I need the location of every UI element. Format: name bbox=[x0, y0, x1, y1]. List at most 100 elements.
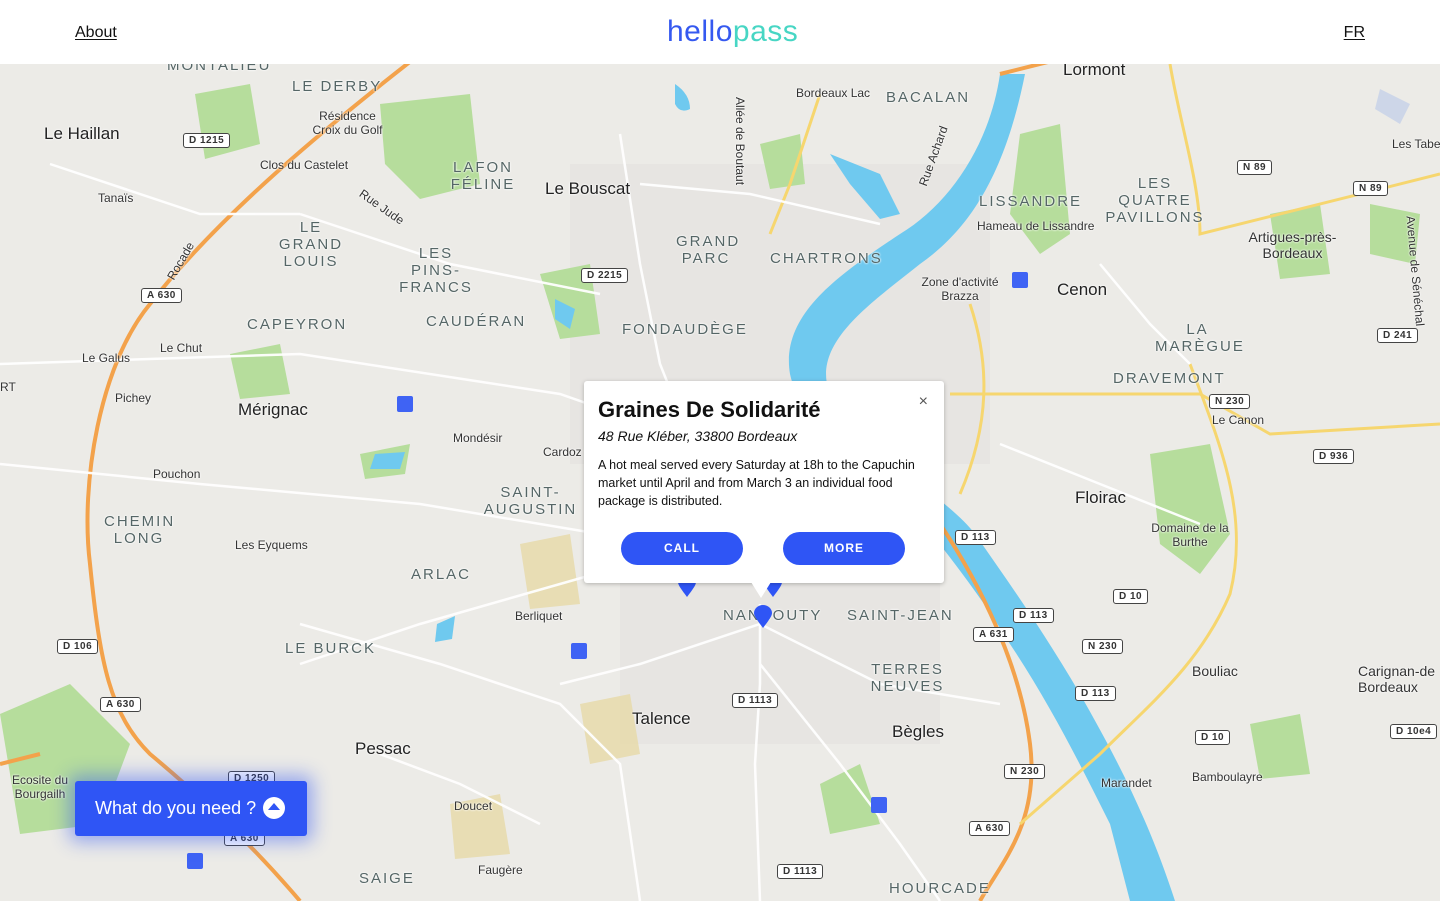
road-shield: D 936 bbox=[1313, 449, 1355, 464]
map-district-label: SAINT-JEAN bbox=[847, 607, 954, 624]
road-shield: A 630 bbox=[969, 821, 1010, 836]
map-place-label: Berliquet bbox=[515, 609, 563, 623]
chevron-up-icon bbox=[263, 797, 285, 819]
map-place-label: Faugère bbox=[478, 863, 523, 877]
map-place-label: Allée de Boutaut bbox=[733, 96, 748, 186]
road-shield: N 89 bbox=[1353, 181, 1389, 196]
road-shield: D 10 bbox=[1113, 589, 1149, 604]
map-district-label: ARLAC bbox=[411, 566, 472, 583]
map-district-label: LE DERBY bbox=[292, 78, 383, 95]
map-place-label: Zone d'activité Brazza bbox=[921, 275, 999, 303]
map-district-label: LES PINS-FRANCS bbox=[399, 245, 473, 296]
map-town-label: Le Bouscat bbox=[545, 179, 631, 198]
popup-description: A hot meal served every Saturday at 18h … bbox=[598, 458, 915, 508]
map-town-label: Floirac bbox=[1075, 488, 1127, 507]
map-place-label: Ecosite du Bourgailh bbox=[11, 773, 69, 801]
map-place-label: Pichey bbox=[115, 391, 152, 405]
map-district-label: MONTALIEU bbox=[167, 64, 272, 74]
map-place-label: Les Tabe bbox=[1392, 137, 1440, 151]
road-shield: D 1215 bbox=[183, 133, 231, 148]
what-do-you-need-button[interactable]: What do you need ? bbox=[75, 781, 307, 836]
map-place-label: Marandet bbox=[1101, 776, 1152, 790]
map-place-label: Clos du Castelet bbox=[260, 158, 349, 172]
road-shield: A 630 bbox=[100, 697, 141, 712]
map-place-label: Hameau de Lissandre bbox=[977, 219, 1095, 233]
map-place-label: Pouchon bbox=[153, 467, 201, 481]
popup-tip bbox=[751, 582, 771, 598]
road-shield: A 631 bbox=[973, 627, 1014, 642]
map-district-label: CAUDÉRAN bbox=[426, 313, 527, 330]
map-place-label: Cardoz bbox=[543, 445, 582, 459]
map-place-label: Domaine de la Burthe bbox=[1151, 521, 1229, 549]
map-place-label: Les Eyquems bbox=[235, 538, 308, 552]
map-town-label: Le Haillan bbox=[44, 124, 120, 143]
road-shield: D 1113 bbox=[732, 693, 779, 708]
map-district-label: CAPEYRON bbox=[247, 316, 348, 333]
map-town-label: Mérignac bbox=[238, 400, 308, 419]
road-shield: N 230 bbox=[1082, 639, 1124, 654]
road-shield: D 113 bbox=[955, 530, 996, 545]
map-district-label: LAFON FÉLINE bbox=[450, 159, 516, 193]
more-button[interactable]: MORE bbox=[783, 532, 905, 565]
map-district-label: LISSANDRE bbox=[979, 193, 1083, 210]
road-shield: D 113 bbox=[1075, 686, 1116, 701]
road-shield: D 241 bbox=[1377, 328, 1419, 343]
location-popup: Graines De Solidarité 48 Rue Kléber, 338… bbox=[584, 381, 944, 583]
road-shield: D 2215 bbox=[581, 268, 629, 283]
map-marker-pin-selected[interactable] bbox=[754, 605, 772, 629]
popup-address: 48 Rue Kléber, 33800 Bordeaux bbox=[598, 428, 798, 444]
map-place-label: Doucet bbox=[454, 799, 493, 813]
map-district-label: CHEMIN LONG bbox=[104, 513, 176, 547]
map-district-label: LA MARÈGUE bbox=[1155, 321, 1245, 355]
road-shield: N 230 bbox=[1004, 764, 1046, 779]
map-town-label: Cenon bbox=[1057, 280, 1108, 299]
map-place-label: RT bbox=[0, 380, 16, 394]
map-place-label: Bordeaux Lac bbox=[796, 86, 871, 100]
map-district-label: LE GRAND LOUIS bbox=[278, 219, 344, 270]
road-shield: N 89 bbox=[1237, 160, 1273, 175]
map-place-label: Mondésir bbox=[453, 431, 503, 445]
map-place-label: Le Canon bbox=[1212, 413, 1265, 427]
map-district-label: DRAVEMONT bbox=[1113, 370, 1226, 387]
about-link[interactable]: About bbox=[75, 24, 117, 42]
top-header: About hellopass FR bbox=[0, 0, 1440, 64]
road-shield: A 630 bbox=[141, 288, 182, 303]
map-town-label: Pessac bbox=[355, 739, 411, 758]
map-district-label: SAIGE bbox=[359, 870, 415, 887]
map-district-label: LES QUATRE PAVILLONS bbox=[1105, 175, 1205, 226]
need-button-label: What do you need ? bbox=[95, 798, 257, 818]
call-button[interactable]: CALL bbox=[621, 532, 743, 565]
logo-text-hello: hello bbox=[667, 15, 733, 48]
road-shield: N 230 bbox=[1209, 394, 1251, 409]
map-place-label: Bouliac bbox=[1192, 663, 1238, 679]
map-district-label: CHARTRONS bbox=[770, 250, 883, 267]
map-district-label: LE BURCK bbox=[285, 640, 377, 657]
map-district-label: SAINT-AUGUSTIN bbox=[483, 484, 578, 518]
close-icon[interactable]: × bbox=[919, 393, 928, 411]
map-place-label: Carignan-de Bordeaux bbox=[1358, 663, 1436, 695]
map-district-label: BACALAN bbox=[886, 89, 971, 106]
popup-title: Graines De Solidarité bbox=[598, 397, 821, 422]
map-place-label: Le Galus bbox=[82, 351, 131, 365]
map-place-label: Le Chut bbox=[160, 341, 203, 355]
road-shield: D 1113 bbox=[777, 864, 824, 879]
hellopass-logo[interactable]: hellopass bbox=[667, 15, 798, 49]
road-shield: D 10e4 bbox=[1390, 724, 1438, 739]
map-town-label: Talence bbox=[632, 709, 691, 728]
map-district-label: HOURCADE bbox=[889, 880, 991, 897]
language-switch-link[interactable]: FR bbox=[1344, 24, 1365, 42]
map-district-label: TERRES NEUVES bbox=[870, 661, 945, 695]
logo-text-pass: pass bbox=[732, 15, 799, 48]
map-place-label: Résidence Croix du Golf bbox=[312, 109, 383, 137]
map-district-label: GRAND PARC bbox=[676, 233, 741, 267]
road-shield: D 106 bbox=[57, 639, 99, 654]
map-place-label: Artigues-près-Bordeaux bbox=[1248, 229, 1337, 261]
map-place-label: Bamboulayre bbox=[1192, 770, 1263, 784]
map-town-label: Bègles bbox=[892, 722, 944, 741]
map-district-label: NANSOUTY bbox=[723, 607, 823, 624]
map-district-label: FONDAUDÈGE bbox=[622, 321, 748, 338]
map-town-label: Lormont bbox=[1063, 64, 1126, 79]
road-shield: D 113 bbox=[1013, 608, 1054, 623]
road-shield: D 10 bbox=[1195, 730, 1231, 745]
map-place-label: Tanaïs bbox=[98, 191, 134, 205]
